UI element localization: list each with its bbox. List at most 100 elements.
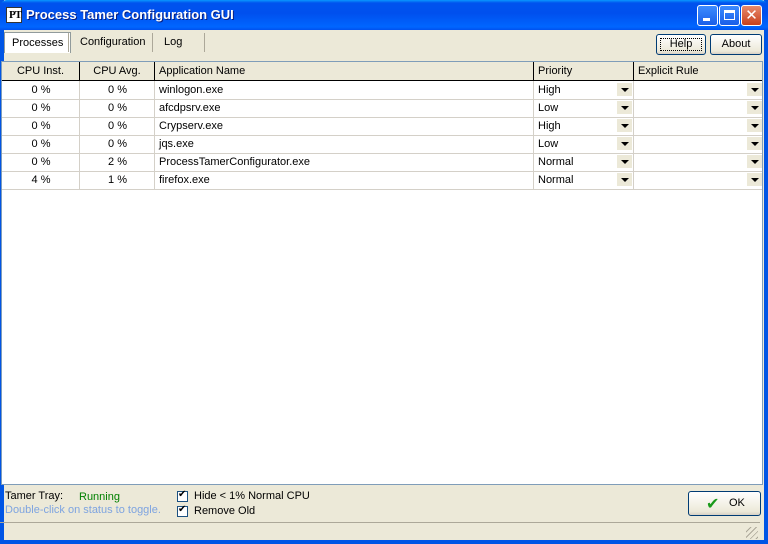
title-bar[interactable]: PT Process Tamer Configuration GUI ✕ [0,0,768,30]
column-divider [154,117,155,135]
application-name-cell: afcdpsrv.exe [159,102,221,114]
app-icon-letters: PT [9,9,22,21]
dropdown-button[interactable] [617,173,632,186]
column-header-application-name[interactable]: Application Name [155,62,534,80]
column-divider [633,117,634,135]
table-row[interactable]: 0 % 0 % jqs.exe Low [2,135,762,154]
dropdown-button[interactable] [617,101,632,114]
ok-button-label: OK [729,497,745,509]
dropdown-button[interactable] [747,119,762,132]
column-divider [533,81,534,99]
column-divider [79,153,80,171]
tab-separator [204,33,205,52]
chevron-down-icon [751,142,759,146]
dropdown-button[interactable] [747,155,762,168]
table-row[interactable]: 4 % 1 % firefox.exe Normal [2,171,762,190]
table-row[interactable]: 0 % 2 % ProcessTamerConfigurator.exe Normal [2,153,762,172]
chevron-down-icon [621,142,629,146]
chevron-down-icon [621,88,629,92]
application-name-cell: Crypserv.exe [159,120,223,132]
list-header: CPU Inst. CPU Avg. Application Name Prio… [2,62,762,81]
explicit-rule-combo[interactable] [634,99,762,117]
ok-button[interactable]: ✔ OK [688,491,761,516]
process-tamer-icon[interactable]: PT [6,7,22,23]
column-divider [633,153,634,171]
status-bar [0,522,760,541]
cpu-avg-cell: 0 % [108,138,127,150]
application-name-cell: winlogon.exe [159,84,224,96]
column-divider [79,117,80,135]
tab-configuration[interactable]: Configuration [73,32,152,53]
chevron-down-icon [621,160,629,164]
dropdown-button[interactable] [617,83,632,96]
chevron-down-icon [751,178,759,182]
tab-processes[interactable]: Processes [4,32,72,53]
about-button[interactable]: About [710,34,762,55]
remove-old-label[interactable]: Remove Old [194,505,255,517]
chevron-down-icon [751,88,759,92]
window-title: Process Tamer Configuration GUI [26,7,234,22]
tamer-tray-label: Tamer Tray: [5,490,64,502]
column-divider [633,99,634,117]
maximize-icon [724,10,735,20]
dropdown-button[interactable] [747,83,762,96]
cpu-inst-cell: 4 % [31,174,51,186]
column-divider [633,81,634,99]
column-divider [79,99,80,117]
dropdown-button[interactable] [747,173,762,186]
cpu-avg-cell: 0 % [108,84,127,96]
resize-grip-icon[interactable] [746,527,758,539]
table-row[interactable]: 0 % 0 % Crypserv.exe High [2,117,762,136]
cpu-inst-cell: 0 % [31,84,51,96]
help-button[interactable]: Help [656,34,706,55]
explicit-rule-combo[interactable] [634,117,762,135]
column-header-cpu-inst[interactable]: CPU Inst. [2,62,80,80]
column-header-priority[interactable]: Priority [534,62,634,80]
process-list[interactable]: CPU Inst. CPU Avg. Application Name Prio… [1,61,763,485]
dropdown-button[interactable] [617,119,632,132]
table-row[interactable]: 0 % 0 % afcdpsrv.exe Low [2,99,762,118]
column-divider [533,135,534,153]
remove-old-checkbox[interactable]: ✔ [177,504,188,517]
close-icon: ✕ [745,6,758,24]
tab-log[interactable]: Log [157,32,189,53]
column-divider [154,135,155,153]
column-divider [154,171,155,189]
column-divider [533,117,534,135]
cpu-avg-cell: 2 % [108,156,127,168]
cpu-avg-cell: 0 % [108,102,127,114]
explicit-rule-combo[interactable] [634,153,762,171]
column-divider [633,171,634,189]
column-divider [633,135,634,153]
dropdown-button[interactable] [747,101,762,114]
explicit-rule-combo[interactable] [634,81,762,99]
column-divider [154,99,155,117]
column-divider [154,153,155,171]
cpu-inst-cell: 0 % [31,138,51,150]
dropdown-button[interactable] [617,155,632,168]
minimize-button[interactable] [697,5,718,26]
column-header-cpu-avg[interactable]: CPU Avg. [80,62,155,80]
checkmark-icon: ✔ [178,489,187,500]
chevron-down-icon [621,124,629,128]
tab-separator [152,33,153,52]
dropdown-button[interactable] [617,137,632,150]
column-header-explicit-rule[interactable]: Explicit Rule [634,62,762,80]
column-divider [533,153,534,171]
hide-low-cpu-label[interactable]: Hide < 1% Normal CPU [194,490,310,502]
table-row[interactable]: 0 % 0 % winlogon.exe High [2,81,762,100]
explicit-rule-combo[interactable] [634,171,762,189]
column-divider [79,81,80,99]
cpu-avg-cell: 0 % [108,120,127,132]
checkmark-icon: ✔ [706,494,720,513]
dropdown-button[interactable] [747,137,762,150]
tamer-tray-status[interactable]: Running [79,491,120,503]
explicit-rule-combo[interactable] [634,135,762,153]
close-button[interactable]: ✕ [741,5,762,26]
hide-low-cpu-checkbox[interactable]: ✔ [177,489,188,502]
chevron-down-icon [751,160,759,164]
column-divider [79,135,80,153]
column-divider [533,171,534,189]
application-name-cell: firefox.exe [159,174,210,186]
maximize-button[interactable] [719,5,740,26]
